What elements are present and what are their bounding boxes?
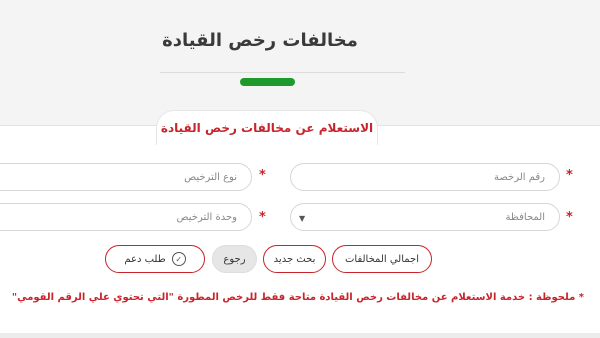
title-accent-bar <box>240 78 295 86</box>
required-mark: * <box>259 210 266 225</box>
license-type-field[interactable]: نوع الترخيص <box>0 163 252 191</box>
required-mark: * <box>566 210 573 225</box>
total-violations-button[interactable]: اجمالي المخالفات <box>332 245 432 273</box>
check-circle-icon: ✓ <box>171 252 186 266</box>
required-mark: * <box>259 168 266 183</box>
required-mark: * <box>566 168 573 183</box>
governorate-select[interactable]: المحافظة ▼ <box>290 203 560 231</box>
licensing-unit-placeholder: وحدة الترخيص <box>176 211 238 223</box>
bottom-strip <box>0 333 600 338</box>
header-area: مخالفات رخص القيادة <box>0 0 600 125</box>
form-tab-label: الاستعلام عن مخالفات رخص القيادة <box>156 110 378 145</box>
license-number-placeholder: رقم الرخصة <box>493 171 545 183</box>
title-divider <box>160 72 405 73</box>
governorate-value: المحافظة <box>505 211 545 223</box>
chevron-down-icon: ▼ <box>299 214 306 223</box>
licensing-unit-field[interactable]: وحدة الترخيص <box>0 203 252 231</box>
license-type-placeholder: نوع الترخيص <box>184 171 237 183</box>
new-search-button[interactable]: بحث جديد <box>263 245 326 273</box>
page-title: مخالفات رخص القيادة <box>162 30 358 51</box>
support-request-button[interactable]: ✓ طلب دعم <box>105 245 205 273</box>
support-request-label: طلب دعم <box>124 253 166 265</box>
back-button[interactable]: رجوع <box>212 245 257 273</box>
service-note: * ملحوظة : خدمة الاستعلام عن مخالفات رخص… <box>11 292 584 303</box>
license-number-field[interactable]: رقم الرخصة <box>290 163 560 191</box>
